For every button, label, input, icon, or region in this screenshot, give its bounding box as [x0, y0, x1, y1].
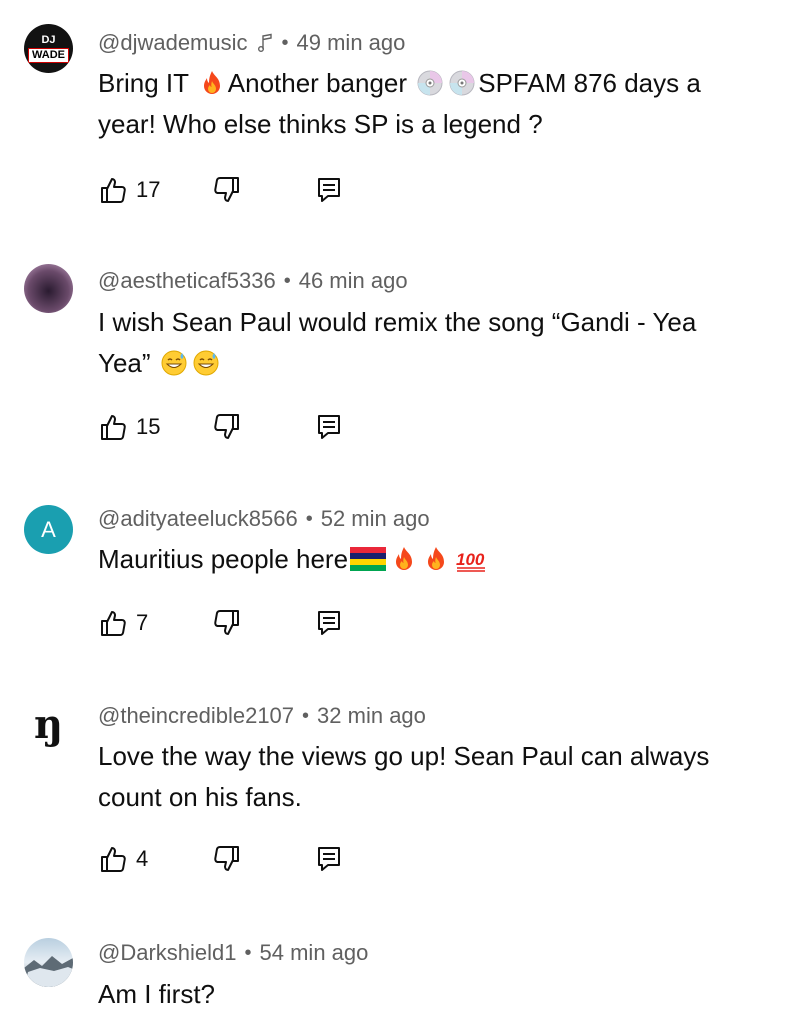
comment-actions: 4	[98, 844, 358, 884]
comment-meta: @djwademusic • 49 min ago	[98, 30, 405, 56]
cd-emoji-icon	[448, 69, 476, 97]
comment-text-part: Love the way the views go up! Sean Paul …	[98, 741, 710, 812]
author-handle[interactable]: @Darkshield1	[98, 940, 237, 966]
comment-text: Am I first?	[98, 974, 738, 1015]
reply-button[interactable]	[314, 412, 344, 442]
avatar[interactable]	[24, 938, 73, 987]
comment-meta: @Darkshield1 • 54 min ago	[98, 940, 368, 966]
timestamp: 46 min ago	[298, 268, 408, 293]
separator-dot: •	[302, 704, 310, 727]
reply-icon	[314, 175, 344, 205]
avatar[interactable]: DJ WADE	[24, 24, 73, 73]
mauritius-flag-emoji-icon	[350, 547, 386, 571]
comment-text-part: Am I first?	[98, 979, 216, 1009]
fire-emoji-icon	[422, 545, 450, 573]
comment-text: I wish Sean Paul would remix the song “G…	[98, 302, 738, 384]
comment-actions: 15	[98, 412, 358, 452]
reply-button[interactable]	[314, 608, 344, 638]
like-icon	[98, 175, 128, 205]
like-icon	[98, 412, 128, 442]
comment-text-part: Mauritius people here	[98, 544, 349, 574]
comment-actions: 17	[98, 175, 358, 215]
reply-button[interactable]	[314, 175, 344, 205]
comment-text-part: Another banger	[227, 68, 415, 98]
dislike-icon	[212, 412, 242, 442]
sweat-smile-emoji-icon	[160, 349, 188, 377]
comment-meta: @aestheticaf5336 • 46 min ago	[98, 268, 408, 294]
like-count: 4	[136, 846, 149, 871]
like-button[interactable]: 15	[98, 412, 160, 442]
author-handle[interactable]: @theincredible2107	[98, 703, 294, 729]
avatar[interactable]: ŋ	[24, 700, 73, 749]
reply-icon	[314, 608, 344, 638]
reply-icon	[314, 412, 344, 442]
separator-dot: •	[283, 269, 291, 292]
fire-emoji-icon	[198, 69, 226, 97]
timestamp: 52 min ago	[320, 506, 430, 531]
reply-icon	[314, 844, 344, 874]
fire-emoji-icon	[390, 545, 418, 573]
timestamp: 54 min ago	[259, 940, 369, 965]
comment-meta: @adityateeluck8566 • 52 min ago	[98, 506, 430, 532]
reply-button[interactable]	[314, 844, 344, 874]
like-count: 15	[136, 414, 161, 439]
separator-dot: •	[305, 507, 313, 530]
author-handle[interactable]: @adityateeluck8566	[98, 506, 298, 532]
dislike-button[interactable]	[212, 412, 242, 442]
dislike-icon	[212, 844, 242, 874]
avatar-letter: ŋ	[33, 701, 64, 748]
timestamp: 49 min ago	[296, 30, 406, 55]
avatar[interactable]	[24, 264, 73, 313]
like-button[interactable]: 7	[98, 608, 148, 638]
avatar-text: DJ	[41, 33, 56, 46]
comment-meta: @theincredible2107 • 32 min ago	[98, 703, 426, 729]
timestamp: 32 min ago	[317, 703, 426, 728]
like-count: 17	[136, 177, 161, 202]
dislike-icon	[212, 175, 242, 205]
avatar-letter: A	[41, 516, 56, 542]
author-handle[interactable]: @djwademusic	[98, 30, 248, 56]
comment-text: Bring IT Another banger SPFAM 876 days a…	[98, 63, 738, 145]
hundred-emoji-icon	[454, 545, 488, 573]
snow-landscape-icon	[24, 956, 73, 987]
like-icon	[98, 844, 128, 874]
like-count: 7	[136, 610, 149, 635]
comment-text: Mauritius people here	[98, 539, 738, 580]
separator-dot: •	[281, 31, 289, 54]
author-handle[interactable]: @aestheticaf5336	[98, 268, 276, 294]
music-note-icon	[257, 33, 272, 52]
like-button[interactable]: 17	[98, 175, 160, 205]
comment-actions: 7	[98, 608, 358, 648]
sweat-smile-emoji-icon	[192, 349, 220, 377]
cd-emoji-icon	[416, 69, 444, 97]
comment-text-part: Bring IT	[98, 68, 196, 98]
dislike-button[interactable]	[212, 608, 242, 638]
avatar-text-2: WADE	[28, 47, 69, 63]
avatar[interactable]: A	[24, 505, 73, 554]
like-icon	[98, 608, 128, 638]
like-button[interactable]: 4	[98, 844, 148, 874]
comment-text: Love the way the views go up! Sean Paul …	[98, 736, 738, 818]
dislike-button[interactable]	[212, 175, 242, 205]
separator-dot: •	[244, 941, 252, 964]
dislike-button[interactable]	[212, 844, 242, 874]
dislike-icon	[212, 608, 242, 638]
